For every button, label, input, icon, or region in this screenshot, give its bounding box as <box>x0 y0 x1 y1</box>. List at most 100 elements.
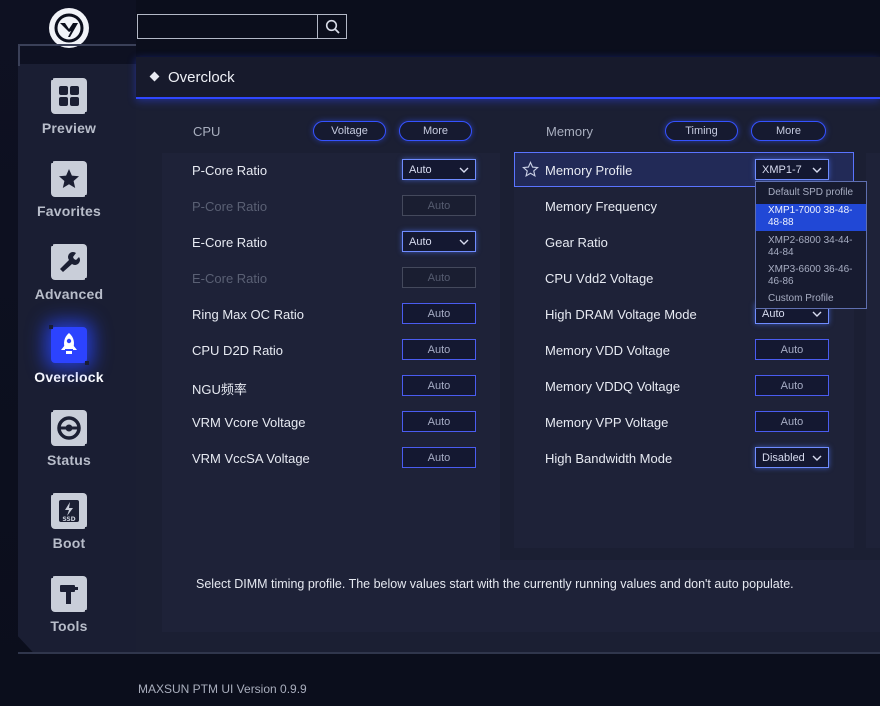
p-core-ratio-label: P-Core Ratio <box>192 163 268 178</box>
help-text: Select DIMM timing profile. The below va… <box>196 577 794 591</box>
ngu-frequency-input[interactable]: Auto <box>402 375 476 396</box>
ssd-icon: SSD <box>49 491 89 531</box>
dropdown-value: XMP1-7 <box>762 163 802 176</box>
chevron-down-icon <box>812 455 822 461</box>
profile-option-xmp2[interactable]: XMP2-6800 34-44- 44-84 <box>756 235 866 259</box>
chevron-down-icon <box>459 167 469 173</box>
memory-vddq-voltage-label: Memory VDDQ Voltage <box>545 379 681 394</box>
ngu-frequency-label: NGU频率 <box>192 382 247 397</box>
gauge-icon <box>49 408 89 448</box>
sidebar-item-boot[interactable]: SSD Boot <box>18 491 120 563</box>
dropdown-value: Auto <box>409 235 432 248</box>
sidebar-item-label: Preview <box>41 120 97 136</box>
vrm-vcore-voltage-input[interactable]: Auto <box>402 411 476 432</box>
version-label: MAXSUN PTM UI Version 0.9.9 <box>138 682 307 696</box>
profile-option-xmp1[interactable]: XMP1-7000 38-48- 48-88 <box>756 204 866 231</box>
sidebar-item-favorites[interactable]: Favorites <box>18 159 120 231</box>
memory-section-header: Memory <box>546 124 593 139</box>
cpu-section-header: CPU <box>193 124 221 139</box>
sidebar-item-label: Favorites <box>36 203 102 219</box>
ring-max-oc-ratio-input[interactable]: Auto <box>402 303 476 324</box>
dropdown-value: Disabled <box>762 451 805 464</box>
sidebar-item-tools[interactable]: Tools <box>18 574 120 646</box>
sidebar-frame <box>18 44 136 66</box>
e-core-ratio-per-core-label: E-Core Ratio <box>192 271 268 286</box>
high-bandwidth-mode-label: High Bandwidth Mode <box>545 451 673 466</box>
dropdown-value: Auto <box>762 307 785 320</box>
search-button[interactable] <box>317 14 347 39</box>
dropdown-value: Auto <box>409 163 432 176</box>
cpu-d2d-ratio-input[interactable]: Auto <box>402 339 476 360</box>
search-icon <box>325 19 340 34</box>
memory-vddq-voltage-input[interactable]: Auto <box>755 375 829 396</box>
favorite-star-icon[interactable] <box>522 161 539 178</box>
memory-frequency-label: Memory Frequency <box>545 199 657 214</box>
voltage-button[interactable]: Voltage <box>313 121 386 141</box>
page-title: Overclock <box>168 69 235 86</box>
profile-option-custom[interactable]: Custom Profile <box>756 293 866 305</box>
vrm-vccsa-voltage-label: VRM VccSA Voltage <box>192 451 310 466</box>
sidebar-item-label: Tools <box>50 618 88 634</box>
memory-profile-label: Memory Profile <box>545 163 633 178</box>
option-label: XMP3-6600 36-46- <box>768 264 853 275</box>
option-label-cont: 44-84 <box>768 247 794 258</box>
memory-profile-dropdown[interactable]: XMP1-7 <box>755 159 829 180</box>
ring-max-oc-ratio-label: Ring Max OC Ratio <box>192 307 304 322</box>
profile-option-xmp3[interactable]: XMP3-6600 36-46- 46-86 <box>756 264 866 288</box>
timing-button[interactable]: Timing <box>665 121 738 141</box>
footer-divider <box>18 652 880 654</box>
sidebar-item-label: Overclock <box>34 369 104 385</box>
rocket-icon <box>49 325 89 365</box>
memory-vpp-voltage-input[interactable]: Auto <box>755 411 829 432</box>
sidebar-item-label: Advanced <box>34 286 104 302</box>
memory-vdd-voltage-label: Memory VDD Voltage <box>545 343 670 358</box>
memory-more-button[interactable]: More <box>751 121 826 141</box>
sidebar-item-label: Boot <box>52 535 86 551</box>
vrm-vccsa-voltage-input[interactable]: Auto <box>402 447 476 468</box>
vrm-vcore-voltage-label: VRM Vcore Voltage <box>192 415 306 430</box>
option-label-cont: 46-86 <box>768 276 794 287</box>
wrench-icon <box>49 242 89 282</box>
p-core-ratio-input: Auto <box>402 195 476 216</box>
search-box[interactable] <box>137 14 318 39</box>
sidebar-item-overclock[interactable]: Overclock <box>18 325 120 397</box>
star-icon <box>49 159 89 199</box>
option-label: XMP2-6800 34-44- <box>768 235 853 246</box>
p-core-ratio-per-core-label: P-Core Ratio <box>192 199 268 214</box>
maxsun-logo-icon <box>49 8 89 48</box>
memory-profile-options: Default SPD profile XMP1-7000 38-48- 48-… <box>755 181 867 309</box>
cpu-d2d-ratio-label: CPU D2D Ratio <box>192 343 284 358</box>
memory-panel-edge <box>866 153 880 548</box>
search-input[interactable] <box>138 15 317 38</box>
memory-vpp-voltage-label: Memory VPP Voltage <box>545 415 669 430</box>
grid-icon <box>49 76 89 116</box>
page-title-bar: Overclock <box>136 57 880 99</box>
option-label-cont: 48-88 <box>768 217 794 228</box>
chevron-down-icon <box>812 311 822 317</box>
option-label: XMP1-7000 38-48- <box>768 205 853 216</box>
svg-text:SSD: SSD <box>62 516 75 523</box>
p-core-ratio-dropdown[interactable]: Auto <box>402 159 476 180</box>
option-label: Default SPD profile <box>768 187 854 198</box>
title-bullet-icon <box>149 71 160 82</box>
profile-option-default-spd[interactable]: Default SPD profile <box>756 187 866 199</box>
hammer-icon <box>49 574 89 614</box>
e-core-ratio-label: E-Core Ratio <box>192 235 268 250</box>
chevron-down-icon <box>812 167 822 173</box>
e-core-ratio-input: Auto <box>402 267 476 288</box>
high-dram-voltage-mode-label: High DRAM Voltage Mode <box>545 307 697 322</box>
chevron-down-icon <box>459 239 469 245</box>
cpu-more-button[interactable]: More <box>399 121 472 141</box>
e-core-ratio-dropdown[interactable]: Auto <box>402 231 476 252</box>
memory-vdd-voltage-input[interactable]: Auto <box>755 339 829 360</box>
high-bandwidth-mode-dropdown[interactable]: Disabled <box>755 447 829 468</box>
sidebar-item-label: Status <box>47 452 91 468</box>
sidebar-item-status[interactable]: Status <box>18 408 120 480</box>
gear-ratio-label: Gear Ratio <box>545 235 608 250</box>
cpu-vdd2-voltage-label: CPU Vdd2 Voltage <box>545 271 654 286</box>
help-panel: Select DIMM timing profile. The below va… <box>162 560 880 632</box>
sidebar-item-advanced[interactable]: Advanced <box>18 242 120 314</box>
sidebar: Preview Favorites Advanced Overclock Sta… <box>0 0 136 706</box>
option-label: Custom Profile <box>768 293 834 304</box>
sidebar-item-preview[interactable]: Preview <box>18 76 120 148</box>
